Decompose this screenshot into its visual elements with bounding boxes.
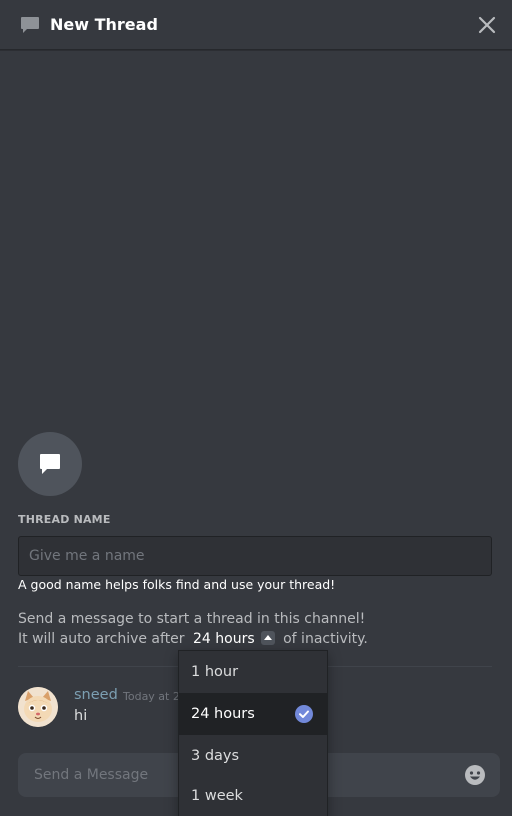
- auto-archive-info: It will auto archive after 24 hours of i…: [18, 631, 368, 647]
- dropdown-option-3-days[interactable]: 3 days: [179, 735, 327, 777]
- dropdown-option-1-week[interactable]: 1 week: [179, 775, 327, 816]
- archive-prefix: It will auto archive after: [18, 631, 185, 647]
- message-text: hi: [74, 708, 88, 724]
- archive-suffix: of inactivity.: [283, 631, 368, 647]
- thread-name-label: THREAD NAME: [18, 513, 111, 526]
- chevron-up-icon[interactable]: [260, 631, 275, 645]
- message-timestamp: Today at 2:: [123, 690, 184, 703]
- archive-duration-dropdown: 1 hour 24 hours 3 days 1 week: [178, 650, 328, 816]
- page-title: New Thread: [50, 15, 158, 34]
- option-label: 3 days: [191, 748, 240, 764]
- archive-duration-select[interactable]: 24 hours: [193, 631, 255, 647]
- thread-avatar-icon: [18, 432, 82, 496]
- start-thread-info: Send a message to start a thread in this…: [18, 611, 366, 627]
- option-label: 1 week: [191, 788, 243, 804]
- emoji-icon[interactable]: [464, 764, 486, 786]
- dropdown-option-24-hours[interactable]: 24 hours: [179, 693, 327, 735]
- checkmark-icon: [295, 705, 313, 723]
- thread-name-input[interactable]: [18, 536, 492, 576]
- option-label: 1 hour: [191, 664, 239, 680]
- chat-bubble-icon: [40, 454, 60, 474]
- dropdown-option-1-hour[interactable]: 1 hour: [179, 651, 327, 693]
- thread-name-helper: A good name helps folks find and use you…: [18, 577, 336, 592]
- message-username[interactable]: sneed: [74, 687, 118, 703]
- close-icon[interactable]: [476, 14, 498, 36]
- avatar[interactable]: [18, 687, 58, 727]
- header: New Thread: [0, 0, 512, 50]
- option-label: 24 hours: [191, 706, 255, 722]
- thread-icon: [21, 17, 39, 33]
- new-thread-panel: New Thread THREAD NAME A good name helps…: [0, 0, 512, 816]
- cat-avatar-icon: [18, 687, 58, 727]
